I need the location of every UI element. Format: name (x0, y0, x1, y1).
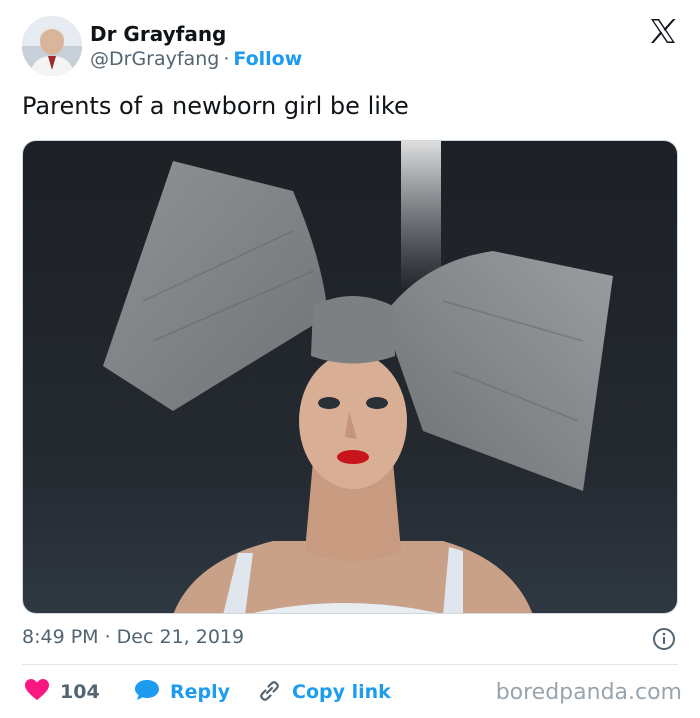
handle[interactable]: @DrGrayfang (90, 48, 219, 70)
avatar[interactable] (22, 16, 82, 76)
reply-label: Reply (170, 681, 231, 703)
copy-link-label: Copy link (292, 681, 391, 703)
info-icon[interactable] (652, 627, 676, 651)
display-name[interactable]: Dr Grayfang (90, 22, 226, 46)
likes-count: 104 (60, 681, 100, 703)
tweet-timestamp[interactable]: 8:49 PM · Dec 21, 2019 (22, 626, 244, 648)
x-logo-icon[interactable] (648, 16, 678, 46)
reply-button[interactable]: Reply (134, 678, 230, 706)
like-button[interactable]: 104 (24, 678, 100, 706)
link-icon (256, 678, 282, 707)
divider (22, 664, 678, 665)
tweet-text: Parents of a newborn girl be like (22, 92, 409, 120)
follow-link[interactable]: Follow (233, 48, 302, 70)
copy-link-button[interactable]: Copy link (256, 678, 391, 706)
heart-icon (24, 678, 50, 707)
handle-row: @DrGrayfang · Follow (90, 48, 302, 70)
watermark: boredpanda.com (495, 680, 682, 705)
speech-bubble-icon (134, 678, 160, 707)
separator: · (223, 48, 230, 70)
tweet-photo[interactable] (22, 140, 678, 614)
